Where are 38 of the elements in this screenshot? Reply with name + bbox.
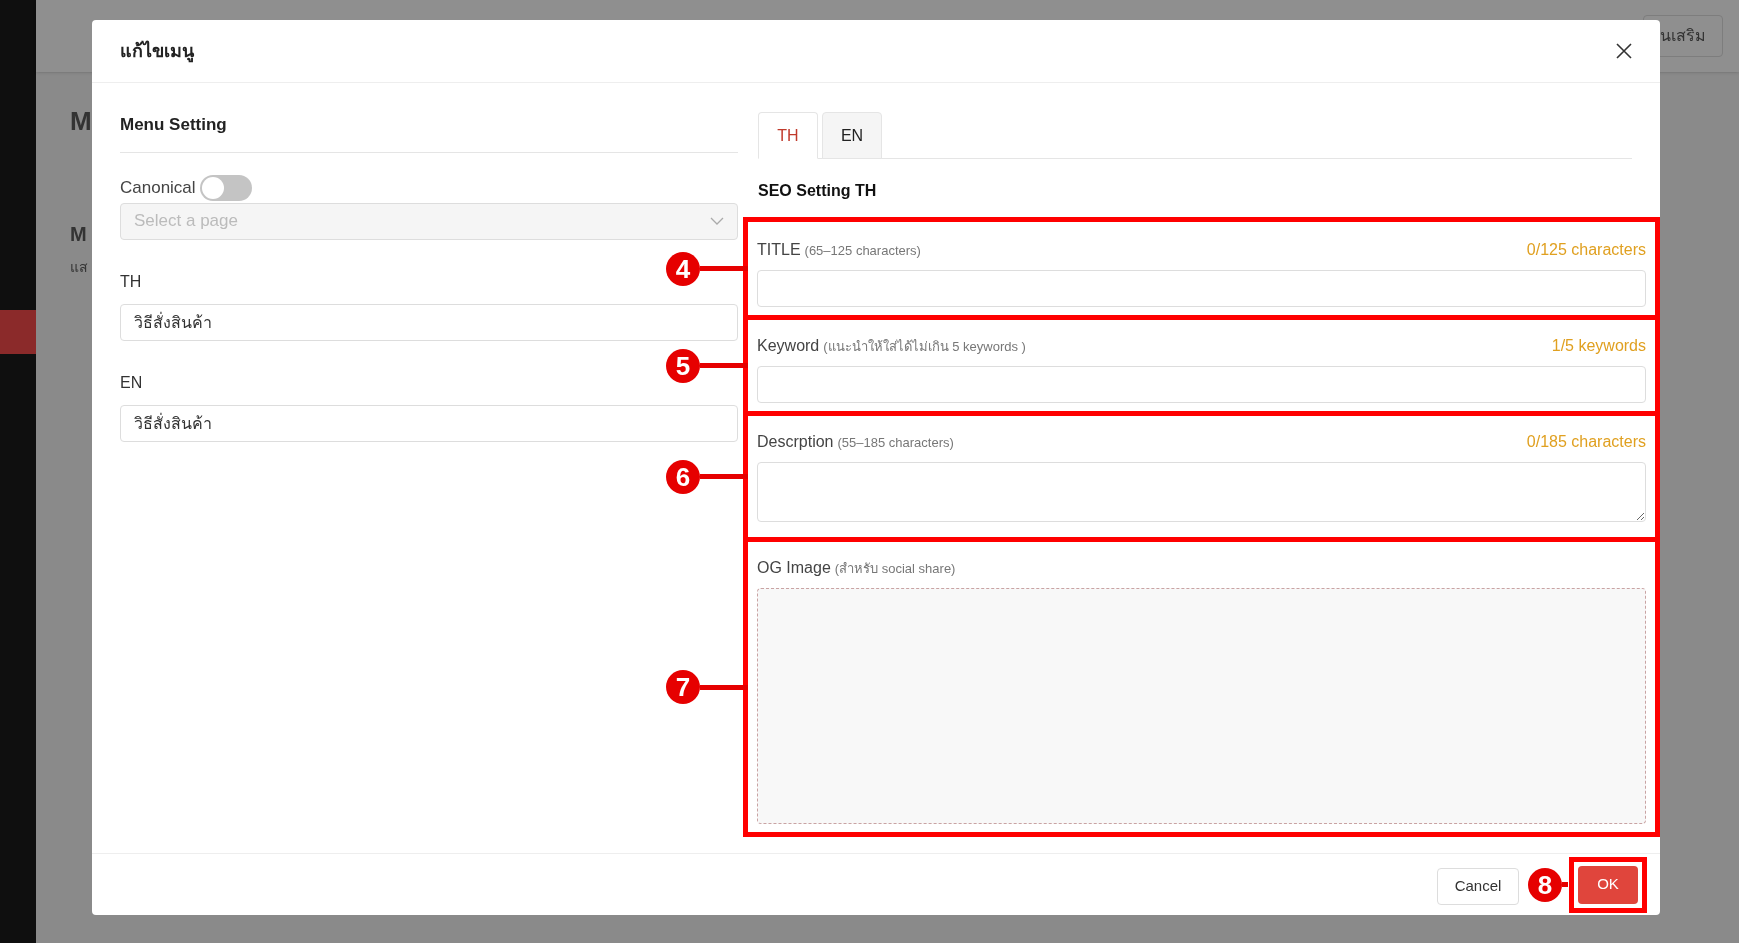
- step-number: 8: [1528, 867, 1562, 902]
- step-number: 6: [666, 459, 700, 494]
- input-field[interactable]: [757, 366, 1646, 403]
- input-field[interactable]: วิธีสั่งสินค้า: [120, 404, 738, 442]
- close-icon[interactable]: [1616, 43, 1632, 59]
- section-heading: Menu Setting: [120, 114, 228, 136]
- ok-button[interactable]: OK: [1578, 865, 1638, 904]
- step-number: 7: [666, 670, 700, 704]
- cancel-button[interactable]: Cancel: [1437, 868, 1519, 905]
- field-label: EN: [120, 372, 144, 393]
- tab[interactable]: EN: [822, 112, 882, 159]
- text-area[interactable]: [757, 462, 1646, 522]
- field-label: Descrption: [757, 432, 834, 452]
- section-title: M: [70, 222, 87, 247]
- page-title: M: [70, 105, 92, 138]
- character-counter: 0/125 characters: [1526, 240, 1646, 260]
- input-field[interactable]: [757, 270, 1646, 307]
- field-label: OG Image: [757, 558, 831, 578]
- sidebar-item-highlight: [0, 310, 36, 354]
- tab[interactable]: TH: [758, 112, 818, 159]
- dialog-title: แก้ไขเมนู: [120, 39, 194, 65]
- section-text: แส: [70, 258, 88, 277]
- step-number: 5: [666, 348, 700, 383]
- field-hint: (แนะนำให้ใส่ได้ไม่เกิน 5 keywords ): [823, 338, 1026, 356]
- character-counter: 0/185 characters: [1526, 432, 1646, 452]
- character-counter: 1/5 keywords: [1551, 336, 1646, 356]
- chevron-down-icon: [710, 217, 724, 225]
- toggle-switch[interactable]: [199, 174, 252, 201]
- field-label: TITLE: [757, 240, 801, 260]
- toggle-label: Canonical: [120, 176, 196, 199]
- field-hint: (65–125 characters): [804, 242, 921, 260]
- field-label: Keyword: [757, 336, 820, 356]
- field-hint: (สำหรับ social share): [834, 560, 956, 578]
- step-number: 4: [666, 251, 700, 286]
- image-drop-zone[interactable]: [757, 588, 1646, 824]
- field-hint: (55–185 characters): [837, 434, 954, 452]
- input-field[interactable]: วิธีสั่งสินค้า: [120, 303, 738, 341]
- section-heading: SEO Setting TH: [758, 181, 878, 201]
